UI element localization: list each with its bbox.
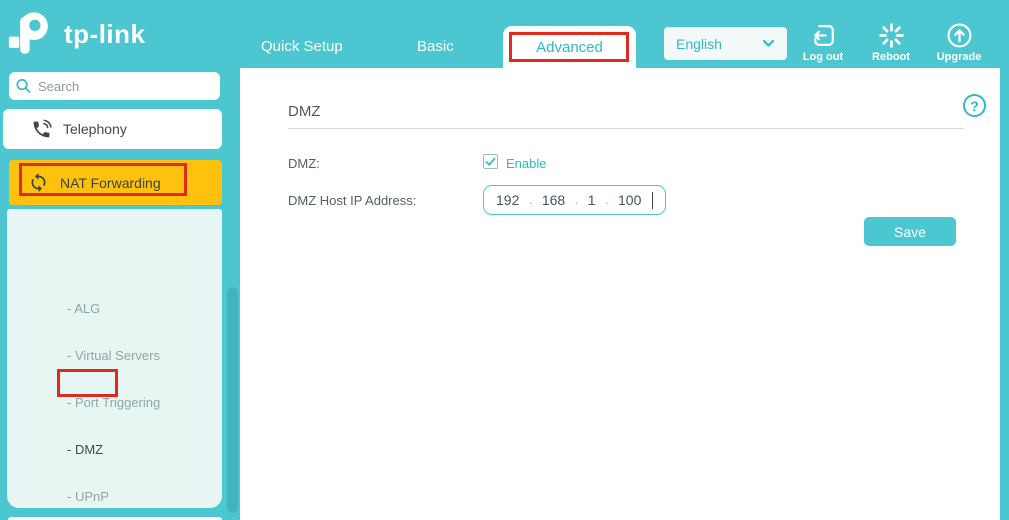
nat-forwarding-label: NAT Forwarding: [60, 174, 161, 191]
ip-separator: .: [528, 193, 533, 207]
logout-icon: [813, 25, 834, 46]
tab-basic[interactable]: Basic: [417, 38, 454, 55]
logout-label: Log out: [802, 51, 844, 63]
page-title: DMZ: [288, 103, 321, 120]
dmz-enable-checkbox[interactable]: [483, 154, 498, 169]
reboot-button[interactable]: Reboot: [865, 22, 917, 63]
language-value: English: [676, 35, 722, 52]
sidebar-scrollbar[interactable]: [227, 287, 238, 513]
main-content: DMZ ? DMZ: Enable DMZ Host IP Address: 1…: [240, 68, 1000, 520]
chevron-down-icon: [762, 39, 775, 48]
ip-separator: .: [605, 193, 609, 207]
upgrade-label: Upgrade: [936, 51, 982, 63]
sidebar-item-nat-forwarding[interactable]: NAT Forwarding: [9, 160, 222, 205]
language-select[interactable]: English: [664, 27, 787, 60]
dmz-host-ip-input[interactable]: 192 . 168 . 1 . 100: [483, 185, 666, 215]
submenu-item-alg[interactable]: - ALG: [67, 301, 100, 316]
enable-label: Enable: [506, 156, 547, 171]
reboot-label: Reboot: [872, 51, 910, 63]
nat-forwarding-icon: [28, 172, 49, 193]
sidebar: Telephony NAT Forwarding - ALG - Virtual…: [0, 68, 240, 520]
dmz-field-label: DMZ:: [288, 156, 320, 171]
submenu-item-port-triggering[interactable]: - Port Triggering: [67, 395, 160, 410]
submenu-item-virtual-servers[interactable]: - Virtual Servers: [67, 348, 160, 363]
tab-quick-setup[interactable]: Quick Setup: [261, 38, 343, 55]
search-box[interactable]: [9, 72, 220, 100]
upgrade-icon: [947, 23, 971, 48]
router-admin-page: tp-link Quick Setup Basic Advanced Engli…: [0, 0, 1009, 520]
right-edge-strip: [1000, 68, 1009, 520]
tab-advanced-label: Advanced: [536, 38, 603, 56]
ip-octet-1: 192: [496, 192, 520, 208]
text-caret: [651, 191, 653, 209]
telephony-label: Telephony: [63, 121, 127, 137]
checkmark-icon: [485, 157, 496, 166]
title-divider: [288, 128, 964, 129]
save-button[interactable]: Save: [864, 217, 956, 246]
submenu-item-upnp[interactable]: - UPnP: [67, 489, 109, 504]
nat-forwarding-submenu: - ALG - Virtual Servers - Port Triggerin…: [7, 209, 222, 508]
ip-octet-4: 100: [618, 192, 642, 208]
tab-advanced[interactable]: Advanced: [503, 26, 636, 68]
host-ip-field-label: DMZ Host IP Address:: [288, 193, 417, 208]
search-icon: [16, 78, 31, 93]
brand-wordmark: tp-link: [64, 18, 146, 49]
tp-link-logo: tp-link: [8, 5, 146, 63]
help-icon[interactable]: ?: [963, 94, 986, 117]
sidebar-item-telephony[interactable]: Telephony: [3, 109, 222, 149]
top-header: tp-link Quick Setup Basic Advanced Engli…: [0, 0, 1009, 68]
tp-link-logo-icon: [8, 12, 48, 54]
ip-separator: .: [574, 193, 579, 207]
upgrade-button[interactable]: Upgrade: [933, 22, 985, 63]
submenu-item-dmz[interactable]: - DMZ: [67, 442, 103, 457]
reboot-icon: [878, 23, 904, 48]
ip-octet-3: 1: [587, 192, 596, 208]
search-input[interactable]: [38, 78, 214, 94]
telephony-icon: [31, 119, 52, 140]
ip-octet-2: 168: [541, 192, 566, 208]
logout-button[interactable]: Log out: [797, 22, 849, 63]
